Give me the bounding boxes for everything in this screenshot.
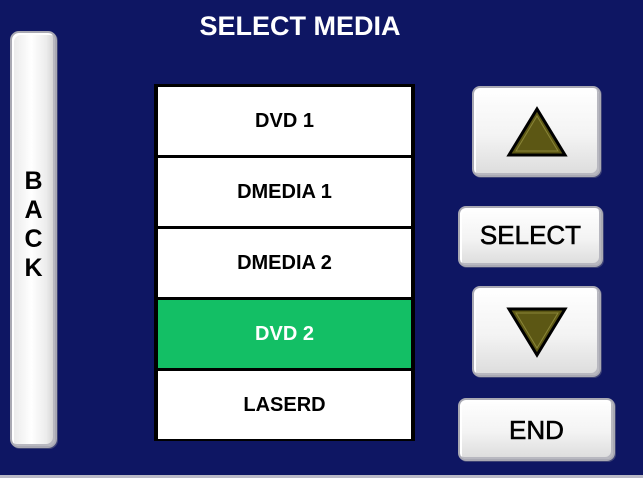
media-list: DVD 1 DMEDIA 1 DMEDIA 2 DVD 2 LASERD xyxy=(154,84,415,441)
list-item-label: DMEDIA 1 xyxy=(237,180,332,203)
back-letter: K xyxy=(24,254,43,282)
list-item-dmedia-1[interactable]: DMEDIA 1 xyxy=(158,158,411,226)
list-item-laserd[interactable]: LASERD xyxy=(158,371,411,439)
triangle-down-icon xyxy=(505,307,568,358)
select-button[interactable]: SELECT xyxy=(458,206,603,267)
back-letter: B xyxy=(24,167,43,195)
list-item-dmedia-2[interactable]: DMEDIA 2 xyxy=(158,229,411,297)
touch-panel-screen: SELECT MEDIA B A C K DVD 1 DMEDIA 1 DMED… xyxy=(0,0,643,478)
back-button-label: B A C K xyxy=(12,167,55,283)
list-item-dvd-1[interactable]: DVD 1 xyxy=(158,87,411,155)
page-title: SELECT MEDIA xyxy=(199,11,401,41)
list-item-label: DVD 2 xyxy=(255,322,314,345)
end-button[interactable]: END xyxy=(458,398,615,461)
back-button[interactable]: B A C K xyxy=(10,31,57,448)
list-item-label: DVD 1 xyxy=(255,109,314,132)
list-item-dvd-2[interactable]: DVD 2 xyxy=(158,300,411,368)
triangle-up-icon xyxy=(505,105,568,156)
back-letter: A xyxy=(24,196,43,224)
scroll-up-button[interactable] xyxy=(472,86,601,177)
back-letter: C xyxy=(24,225,43,253)
scroll-down-button[interactable] xyxy=(472,286,601,377)
list-item-label: LASERD xyxy=(243,393,326,416)
list-item-label: DMEDIA 2 xyxy=(237,251,332,274)
